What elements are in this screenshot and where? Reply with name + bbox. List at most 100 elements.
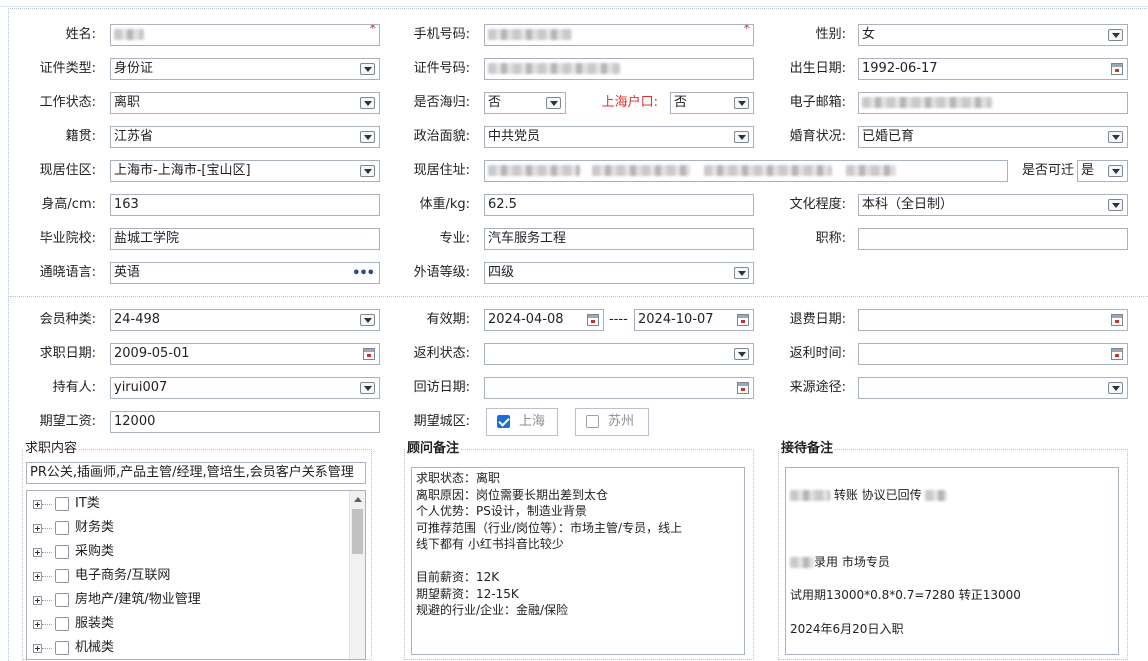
checkbox-checked-icon[interactable] <box>497 415 510 428</box>
marital-select[interactable]: 已婚已育 <box>858 126 1128 148</box>
major-field[interactable]: 汽车服务工程 <box>484 228 754 250</box>
chevron-down-icon[interactable] <box>1108 131 1123 143</box>
checkbox-unchecked-icon[interactable] <box>55 593 69 607</box>
calendar-icon[interactable] <box>737 382 749 394</box>
expand-icon[interactable] <box>33 524 42 533</box>
chevron-down-icon[interactable] <box>734 97 749 109</box>
id-type-select[interactable]: 身份证 <box>110 58 380 80</box>
tree-node[interactable]: 电子商务/互联网 <box>27 565 347 587</box>
scrollbar[interactable] <box>349 491 365 659</box>
tree-node[interactable]: IT类 <box>27 493 347 515</box>
id-no-field[interactable] <box>484 58 754 80</box>
reception-line: 试用期13000*0.8*0.7=7280 转正13000 <box>790 588 1021 602</box>
calendar-icon[interactable] <box>737 314 749 326</box>
chevron-down-icon[interactable] <box>360 165 375 177</box>
salary-field[interactable]: 12000 <box>110 411 380 433</box>
expand-icon[interactable] <box>33 644 42 653</box>
scroll-up-icon[interactable] <box>354 497 362 502</box>
checkbox-unchecked-icon[interactable] <box>55 521 69 535</box>
chevron-down-icon[interactable] <box>1108 382 1123 394</box>
checkbox-unchecked-icon[interactable] <box>55 497 69 511</box>
advisor-notes-textarea[interactable]: 求职状态：离职 离职原因：岗位需要长期出差到太仓 个人优势：PS设计，制造业背景… <box>411 467 745 655</box>
valid-to-value: 2024-10-07 <box>638 312 714 327</box>
checkbox-unchecked-icon[interactable] <box>55 617 69 631</box>
tree-node[interactable]: 机械类 <box>27 637 347 659</box>
source-label: 来源途径: <box>789 380 846 395</box>
city-checkbox-suzhou[interactable]: 苏州 <box>575 408 649 436</box>
school-field[interactable]: 盐城工学院 <box>110 228 380 250</box>
chevron-down-icon[interactable] <box>360 63 375 75</box>
chevron-down-icon[interactable] <box>1108 29 1123 41</box>
tree-node[interactable]: 采购类 <box>27 541 347 563</box>
returnee-select[interactable]: 否 <box>484 92 566 114</box>
rebate-status-select[interactable] <box>484 343 754 365</box>
reception-line: 录用 市场专员 <box>790 554 1114 571</box>
sh-hukou-select[interactable]: 否 <box>670 92 754 114</box>
phone-field[interactable]: * <box>484 24 754 46</box>
chevron-down-icon[interactable] <box>734 348 749 360</box>
chevron-down-icon[interactable] <box>1108 165 1123 177</box>
birth-date-field[interactable]: 1992-06-17 <box>858 58 1128 80</box>
tree-node[interactable]: 房地产/建筑/物业管理 <box>27 589 347 611</box>
refund-date-field[interactable] <box>858 309 1128 331</box>
chevron-down-icon[interactable] <box>546 97 561 109</box>
email-field[interactable] <box>858 92 1128 114</box>
gender-select[interactable]: 女 <box>858 24 1128 46</box>
city-checkbox-shanghai[interactable]: 上海 <box>486 408 558 436</box>
residence-area-label: 现居住区: <box>39 163 96 178</box>
calendar-icon[interactable] <box>1111 63 1123 75</box>
visit-date-field[interactable] <box>484 377 754 399</box>
checkbox-unchecked-icon[interactable] <box>55 569 69 583</box>
expand-icon[interactable] <box>33 620 42 629</box>
chevron-down-icon[interactable] <box>734 267 749 279</box>
expand-icon[interactable] <box>33 596 42 605</box>
tree-node[interactable]: 服装类 <box>27 613 347 635</box>
checkbox-unchecked-icon[interactable] <box>55 641 69 655</box>
chevron-down-icon[interactable] <box>360 382 375 394</box>
calendar-icon[interactable] <box>1111 348 1123 360</box>
chevron-down-icon[interactable] <box>360 97 375 109</box>
checkbox-unchecked-icon[interactable] <box>586 415 599 428</box>
chevron-down-icon[interactable] <box>360 131 375 143</box>
redacted-address <box>488 165 580 176</box>
valid-to-field[interactable]: 2024-10-07 <box>634 309 754 331</box>
calendar-icon[interactable] <box>587 314 599 326</box>
chevron-down-icon[interactable] <box>734 131 749 143</box>
chevron-down-icon[interactable] <box>1108 199 1123 211</box>
job-date-field[interactable]: 2009-05-01 <box>110 343 380 365</box>
calendar-icon[interactable] <box>363 348 375 360</box>
height-field[interactable]: 163 <box>110 194 380 216</box>
advisor-notes-title: 顾问备注 <box>405 441 462 457</box>
job-content-summary[interactable]: PR公关,插画师,产品主管/经理,管培生,会员客户关系管理 <box>26 462 366 484</box>
weight-field[interactable]: 62.5 <box>484 194 754 216</box>
expand-icon[interactable] <box>33 548 42 557</box>
chevron-down-icon[interactable] <box>360 314 375 326</box>
tree-node[interactable]: 财务类 <box>27 517 347 539</box>
residence-area-select[interactable]: 上海市-上海市-[宝山区] <box>110 160 380 182</box>
holder-select[interactable]: yirui007 <box>110 377 380 399</box>
expand-icon[interactable] <box>33 500 42 509</box>
reception-notes-textarea[interactable]: 转账 协议已回传 录用 市场专员 试用期13000*0.8*0.7=7280 转… <box>785 467 1119 655</box>
source-select[interactable] <box>858 377 1128 399</box>
education-select[interactable]: 本科（全日制） <box>858 194 1128 216</box>
work-status-select[interactable]: 离职 <box>110 92 380 114</box>
checkbox-unchecked-icon[interactable] <box>55 545 69 559</box>
calendar-icon[interactable] <box>1111 314 1123 326</box>
scroll-thumb[interactable] <box>352 509 363 554</box>
valid-from-field[interactable]: 2024-04-08 <box>484 309 604 331</box>
expand-icon[interactable] <box>33 572 42 581</box>
native-select[interactable]: 江苏省 <box>110 126 380 148</box>
language-field[interactable]: 英语 ••• <box>110 262 380 284</box>
more-icon[interactable]: ••• <box>352 264 375 283</box>
redacted-address <box>846 165 897 176</box>
lang-level-select[interactable]: 四级 <box>484 262 754 284</box>
rebate-time-field[interactable] <box>858 343 1128 365</box>
address-field[interactable] <box>484 160 1008 182</box>
member-type-select[interactable]: 24-498 <box>110 309 380 331</box>
date-range-separator: ---- <box>609 312 628 327</box>
job-category-tree[interactable]: IT类 财务类 采购类 电子商务/互联网 房地产/建筑/物业管理 服装类 机械类 <box>26 490 366 660</box>
name-field[interactable]: * <box>110 24 380 46</box>
relocate-select[interactable]: 是 <box>1077 160 1128 182</box>
title-field[interactable] <box>858 228 1128 250</box>
politics-select[interactable]: 中共党员 <box>484 126 754 148</box>
